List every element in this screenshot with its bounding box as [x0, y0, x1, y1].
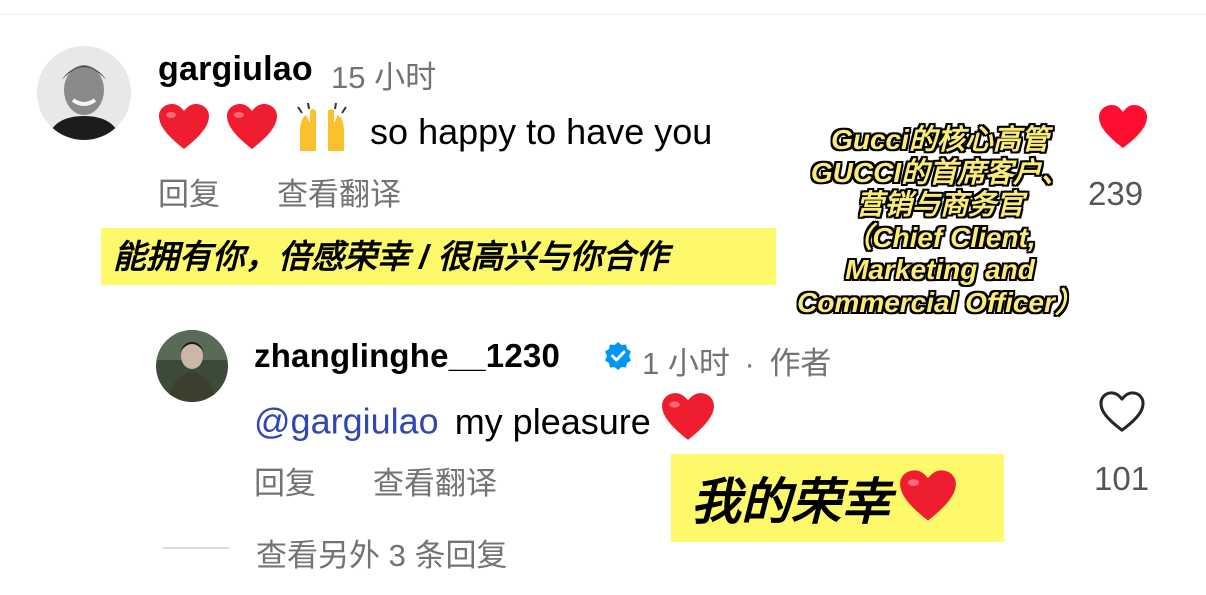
top-divider [0, 14, 1206, 15]
avatar-zhanglinghe[interactable] [156, 330, 228, 402]
reply-reply-button[interactable]: 回复 [254, 458, 316, 503]
reply-username[interactable]: zhanglinghe__1230 [254, 337, 560, 375]
reply-text: my pleasure [454, 400, 651, 442]
like-heart-filled-icon[interactable] [1098, 104, 1148, 155]
reply-meta: 1 小时 · 作者 [642, 338, 831, 383]
red-heart-icon [661, 392, 715, 451]
reply-time: 1 小时 [642, 346, 730, 381]
author-label: 作者 [769, 346, 832, 381]
raising-hands-icon [294, 101, 350, 162]
title-annotation: Gucci的核心高管 GUCCI的首席客户、 营销与商务官 （Chief Cli… [780, 124, 1100, 319]
reply-translation-text: 我的荣幸 [691, 474, 891, 530]
reply-see-translation-button[interactable]: 查看翻译 [373, 458, 497, 503]
annotation-line: 营销与商务官 [855, 189, 1024, 220]
annotation-line: （Chief Client, [844, 221, 1036, 253]
comment-text: so happy to have you [370, 110, 713, 152]
annotation-line: GUCCI的首席客户、 [810, 156, 1070, 188]
comment-username[interactable]: gargiulao [158, 50, 313, 89]
replies-divider-line [163, 547, 229, 549]
red-heart-icon [899, 469, 957, 528]
reply-translation-highlight: 我的荣幸 [671, 454, 1004, 542]
comment-time: 15 小时 [331, 60, 437, 95]
verified-badge-icon [603, 341, 633, 376]
annotation-line: Marketing and [845, 254, 1035, 285]
reply-like-count: 101 [1094, 460, 1150, 497]
annotation-line: Gucci的核心高管 [831, 124, 1049, 155]
meta-separator: · [744, 346, 755, 381]
red-heart-icon [226, 103, 278, 160]
annotation-line: Commercial Officer） [797, 286, 1083, 318]
view-more-replies-button[interactable]: 查看另外 3 条回复 [256, 530, 507, 575]
red-heart-icon [158, 103, 210, 160]
reply-text-row: @gargiulao my pleasure [254, 392, 715, 451]
mention-link[interactable]: @gargiulao [254, 401, 439, 442]
comment-text-row: so happy to have you [158, 101, 712, 162]
reply-button[interactable]: 回复 [158, 169, 220, 214]
see-translation-button[interactable]: 查看翻译 [277, 169, 401, 214]
like-heart-outline-icon[interactable] [1098, 390, 1146, 439]
translation-highlight: 能拥有你，倍感荣幸 / 很高兴与你合作 [101, 228, 776, 285]
avatar-gargiulao[interactable] [37, 46, 131, 140]
